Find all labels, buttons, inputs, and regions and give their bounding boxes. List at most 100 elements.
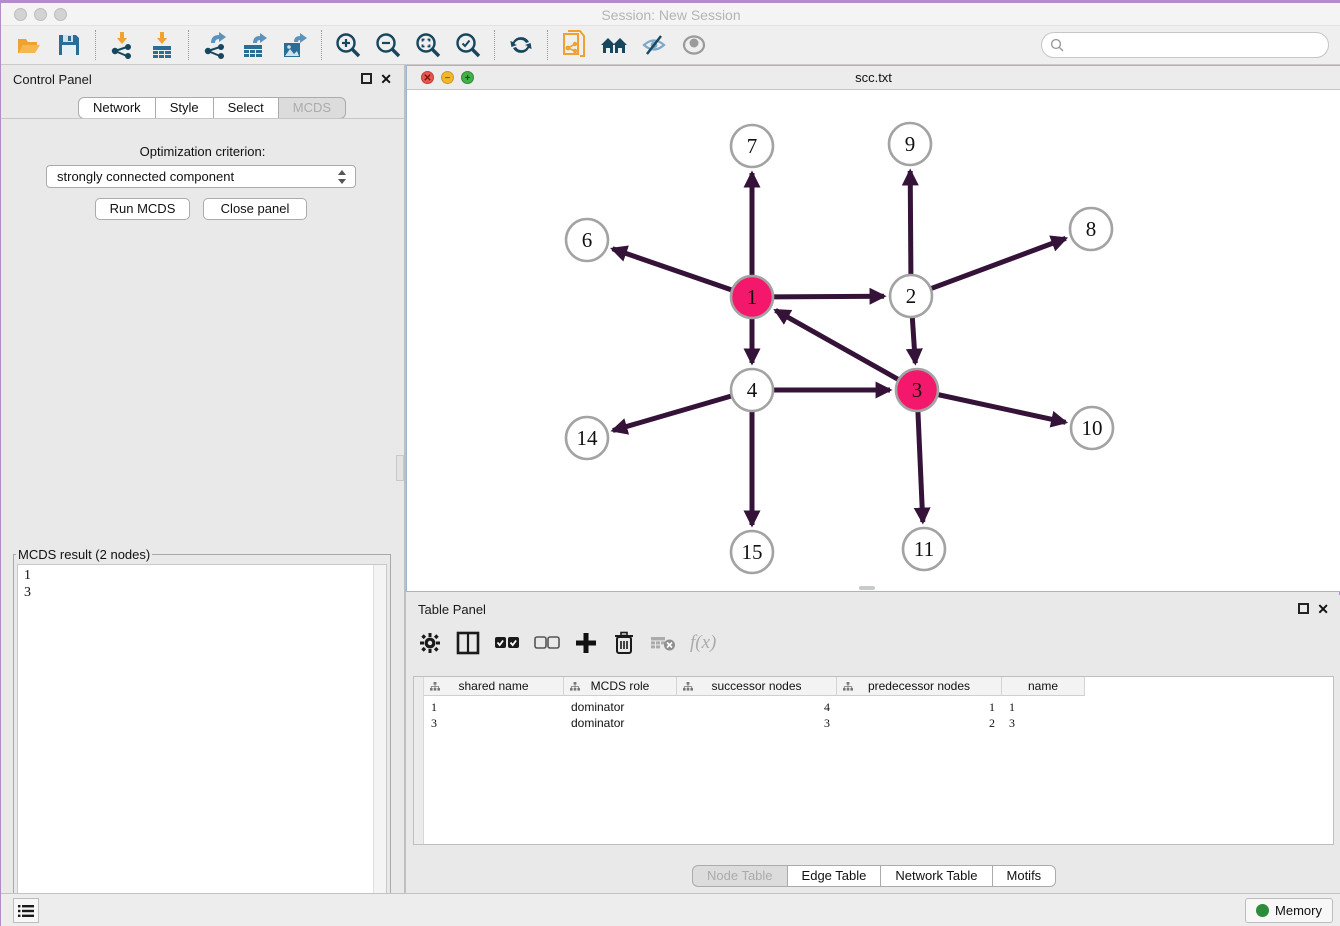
cell-predecessor-nodes[interactable]: 2: [837, 715, 1002, 731]
import-table-button[interactable]: [142, 29, 182, 61]
table-options-button[interactable]: [418, 630, 442, 656]
save-session-button[interactable]: [49, 29, 89, 61]
select-all-columns-button[interactable]: [494, 630, 520, 656]
new-network-from-selection-button[interactable]: [554, 29, 594, 61]
open-file-icon: [16, 32, 42, 58]
graph-node-6[interactable]: 6: [566, 219, 608, 261]
float-panel-icon[interactable]: [361, 73, 372, 84]
graph-node-11[interactable]: 11: [903, 528, 945, 570]
node-label: 8: [1086, 217, 1097, 241]
table-panel-title: Table Panel: [418, 602, 486, 617]
graph-node-10[interactable]: 10: [1071, 407, 1113, 449]
graph-node-1[interactable]: 1: [731, 276, 773, 318]
graph-node-3[interactable]: 3: [896, 369, 938, 411]
canvas-scroll-hint[interactable]: [859, 586, 875, 590]
task-list-icon: [18, 904, 34, 918]
zoom-in-button[interactable]: [328, 29, 368, 61]
zoom-fit-icon: [414, 31, 442, 59]
hide-selected-button[interactable]: [634, 29, 674, 61]
open-file-button[interactable]: [9, 29, 49, 61]
cell-successor-nodes[interactable]: 4: [677, 699, 837, 715]
tab-network-table[interactable]: Network Table: [881, 865, 992, 887]
tab-node-table[interactable]: Node Table: [692, 865, 788, 887]
node-label: 10: [1082, 416, 1103, 440]
close-panel-button[interactable]: Close panel: [203, 198, 307, 220]
delete-table-button[interactable]: [650, 630, 676, 656]
graph-node-7[interactable]: 7: [731, 125, 773, 167]
network-window-title: scc.txt: [407, 70, 1340, 85]
cell-shared-name[interactable]: 3: [424, 715, 564, 731]
graph-node-9[interactable]: 9: [889, 123, 931, 165]
graph-node-4[interactable]: 4: [731, 369, 773, 411]
tab-select[interactable]: Select: [214, 97, 279, 119]
cell-mcds-role[interactable]: dominator: [564, 715, 677, 731]
criterion-select[interactable]: strongly connected component: [46, 165, 356, 188]
first-neighbors-button[interactable]: [594, 29, 634, 61]
cell-shared-name[interactable]: 1: [424, 699, 564, 715]
tab-mcds[interactable]: MCDS: [279, 97, 346, 119]
zoom-fit-button[interactable]: [408, 29, 448, 61]
add-column-button[interactable]: [574, 630, 598, 656]
result-scrollbar[interactable]: [373, 565, 386, 915]
table-header-row: shared name MCDS role successor nodes pr…: [424, 677, 1085, 696]
cell-mcds-role[interactable]: dominator: [564, 699, 677, 715]
show-all-button[interactable]: [674, 29, 714, 61]
close-panel-icon[interactable]: ✕: [380, 71, 392, 88]
delete-columns-button[interactable]: [612, 630, 636, 656]
tab-network[interactable]: Network: [78, 97, 156, 119]
export-network-button[interactable]: [195, 29, 235, 61]
edge-3-1[interactable]: [776, 310, 899, 379]
cell-name[interactable]: 3: [1002, 715, 1085, 731]
cell-name[interactable]: 1: [1002, 699, 1085, 715]
table-row[interactable]: 1 dominator 4 1 1: [424, 699, 1085, 715]
node-label: 9: [905, 132, 916, 156]
zoom-out-button[interactable]: [368, 29, 408, 61]
float-table-panel-icon[interactable]: [1298, 603, 1309, 614]
column-header-successor-nodes[interactable]: successor nodes: [677, 677, 837, 696]
import-network-icon: [109, 31, 135, 59]
network-view-window: ✕ − + scc.txt 7968124314101511: [406, 65, 1340, 592]
tab-edge-table[interactable]: Edge Table: [788, 865, 882, 887]
graph-node-2[interactable]: 2: [890, 275, 932, 317]
edge-4-14[interactable]: [613, 396, 732, 431]
edge-3-11[interactable]: [918, 411, 923, 522]
save-session-icon: [57, 33, 81, 57]
graph-node-14[interactable]: 14: [566, 417, 608, 459]
edge-2-9[interactable]: [910, 171, 911, 275]
add-column-icon: [575, 632, 597, 654]
column-header-name[interactable]: name: [1002, 677, 1085, 696]
edge-1-2[interactable]: [773, 296, 884, 297]
table-row[interactable]: 3 dominator 3 2 3: [424, 715, 1085, 731]
search-input[interactable]: [1041, 32, 1329, 58]
memory-button[interactable]: Memory: [1245, 898, 1333, 923]
refresh-button[interactable]: [501, 29, 541, 61]
graph-node-8[interactable]: 8: [1070, 208, 1112, 250]
edge-2-8[interactable]: [931, 238, 1066, 288]
tab-style[interactable]: Style: [156, 97, 214, 119]
tab-motifs[interactable]: Motifs: [993, 865, 1057, 887]
network-canvas[interactable]: 7 9 6 8 1 2 4 3 14 10 15 11: [407, 90, 1340, 591]
splitter-grip[interactable]: [396, 455, 404, 481]
import-network-button[interactable]: [102, 29, 142, 61]
column-header-shared-name[interactable]: shared name: [424, 677, 564, 696]
edge-3-10[interactable]: [938, 395, 1066, 423]
close-table-panel-icon[interactable]: ✕: [1317, 601, 1329, 618]
task-history-button[interactable]: [13, 898, 39, 923]
mcds-result-list[interactable]: 1 3: [17, 564, 387, 916]
edge-1-6[interactable]: [613, 249, 733, 290]
control-panel: Control Panel ✕ Network Style Select MCD…: [1, 65, 404, 893]
edge-2-3[interactable]: [912, 317, 915, 363]
search-icon: [1050, 38, 1064, 52]
show-columns-button[interactable]: [456, 630, 480, 656]
column-header-predecessor-nodes[interactable]: predecessor nodes: [837, 677, 1002, 696]
export-table-button[interactable]: [235, 29, 275, 61]
run-mcds-button[interactable]: Run MCDS: [95, 198, 190, 220]
cell-predecessor-nodes[interactable]: 1: [837, 699, 1002, 715]
graph-node-15[interactable]: 15: [731, 531, 773, 573]
column-header-mcds-role[interactable]: MCDS role: [564, 677, 677, 696]
unselect-all-columns-button[interactable]: [534, 630, 560, 656]
function-builder-button[interactable]: f(x): [690, 630, 716, 656]
zoom-selected-button[interactable]: [448, 29, 488, 61]
export-image-button[interactable]: [275, 29, 315, 61]
cell-successor-nodes[interactable]: 3: [677, 715, 837, 731]
